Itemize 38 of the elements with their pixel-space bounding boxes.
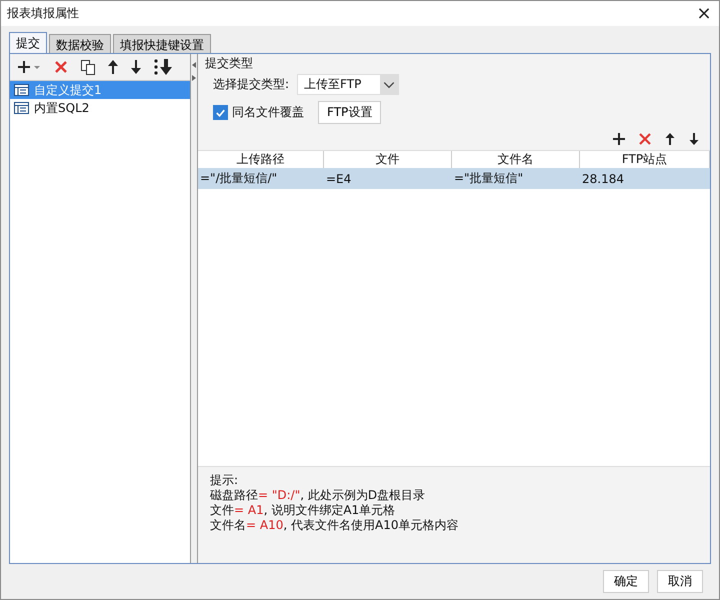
copy-icon[interactable]: [80, 59, 96, 75]
tab[interactable]: 数据校验: [49, 34, 111, 53]
submission-label: 自定义提交1: [34, 82, 102, 98]
chevron-down-icon: [380, 75, 398, 94]
type-label: 选择提交类型:: [213, 76, 290, 93]
add-icon[interactable]: [612, 132, 626, 146]
dialog-button[interactable]: 取消: [657, 570, 703, 593]
move-to-bottom-icon[interactable]: [153, 58, 173, 76]
table-icon: [14, 84, 29, 96]
overwrite-checkbox[interactable]: 同名文件覆盖: [213, 104, 304, 121]
down-arrow-icon[interactable]: [688, 132, 700, 146]
hint-text: 文件= A1, 说明文件绑定A1单元格: [210, 503, 396, 518]
table-row[interactable]: ="/批量短信/" =E4 ="批量短信" 28.184: [198, 168, 710, 189]
hint-text: 磁盘路径= "D:/", 此处示例为D盘根目录: [210, 488, 426, 503]
group-title: 提交类型: [204, 55, 254, 72]
up-arrow-icon[interactable]: [664, 132, 676, 146]
hint-title: 提示:: [210, 473, 240, 488]
dialog-button[interactable]: 确定: [603, 570, 649, 593]
up-arrow-icon[interactable]: [107, 59, 119, 75]
table-icon: [14, 102, 29, 114]
submission-list-item[interactable]: 内置SQL2: [10, 99, 190, 117]
submit-type-dropdown[interactable]: 上传至FTP: [297, 74, 400, 95]
table-cell-text: 28.184: [581, 172, 625, 186]
ftp-settings-button[interactable]: FTP设置: [318, 101, 382, 124]
hint-text: 文件名= A10, 代表文件名使用A10单元格内容: [210, 518, 460, 533]
tab[interactable]: 填报快捷键设置: [113, 34, 211, 53]
table-cell-text: =E4: [325, 172, 352, 186]
submission-label: 内置SQL2: [34, 100, 90, 116]
down-arrow-icon[interactable]: [130, 59, 142, 75]
table-cell-text: ="/批量短信/": [199, 170, 278, 187]
delete-icon[interactable]: [638, 132, 652, 146]
add-dropdown-icon[interactable]: [16, 59, 42, 75]
window-title: 报表填报属性: [7, 5, 79, 22]
tab[interactable]: 提交: [9, 32, 47, 53]
delete-icon[interactable]: [53, 59, 69, 75]
splitter-arrows-icon[interactable]: [191, 60, 197, 84]
close-button[interactable]: ×: [689, 3, 719, 24]
table-cell-text: ="批量短信": [453, 170, 524, 187]
